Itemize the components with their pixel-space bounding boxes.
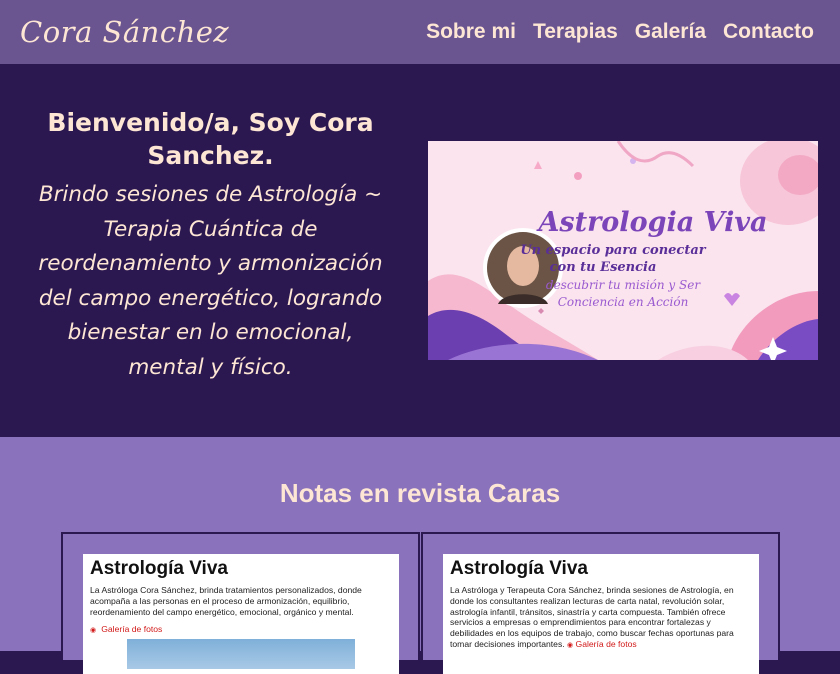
svg-text:Astrologia Viva: Astrologia Viva <box>535 207 767 238</box>
clipping-body: La Astróloga Cora Sánchez, brinda tratam… <box>90 585 362 617</box>
gallery-link[interactable]: Galería de fotos <box>576 639 637 649</box>
clipping-photo <box>127 639 355 669</box>
gallery-link-row[interactable]: ◉ Galería de fotos <box>90 617 392 636</box>
banner-graphic: Astrologia Viva Un espacio para conectar… <box>428 141 818 360</box>
notes-title: Notas en revista Caras <box>279 478 561 508</box>
nav-link-contacto[interactable]: Contacto <box>723 20 814 44</box>
hero-text: Bienvenido/a, Soy Cora Sanchez. Brindo s… <box>38 106 383 385</box>
site-logo[interactable]: Cora Sánchez <box>20 15 229 49</box>
nav-link-galeria[interactable]: Galería <box>635 20 706 44</box>
nav-link-terapias[interactable]: Terapias <box>533 20 618 44</box>
svg-text:con tu Esencia: con tu Esencia <box>550 260 657 275</box>
astrologia-viva-banner: Astrologia Viva Un espacio para conectar… <box>428 141 818 360</box>
note-card: Astrología Viva La Astróloga y Terapeuta… <box>421 532 780 674</box>
clipping-body: La Astróloga y Terapeuta Cora Sánchez, b… <box>450 585 752 652</box>
site-header: Cora Sánchez Sobre mi Terapias Galería C… <box>0 0 840 64</box>
hero-section: Bienvenido/a, Soy Cora Sanchez. Brindo s… <box>0 64 840 437</box>
hero-description: Brindo sesiones de Astrología ~ Terapia … <box>38 182 383 380</box>
main-nav: Sobre mi Terapias Galería Contacto <box>426 20 814 44</box>
note-card: Astrología Viva La Astróloga Cora Sánche… <box>61 532 420 674</box>
svg-text:Conciencia en Acción: Conciencia en Acción <box>558 295 689 309</box>
magazine-clipping[interactable]: Astrología Viva La Astróloga Cora Sánche… <box>83 554 399 674</box>
clipping-title: Astrología Viva <box>450 558 588 579</box>
camera-icon: ◉ <box>567 641 574 649</box>
nav-link-sobre-mi[interactable]: Sobre mi <box>426 20 516 44</box>
gallery-link[interactable]: Galería de fotos <box>101 624 162 634</box>
magazine-clipping[interactable]: Astrología Viva La Astróloga y Terapeuta… <box>443 554 759 674</box>
camera-icon: ◉ <box>90 626 97 635</box>
svg-text:descubrir tu misión y Ser: descubrir tu misión y Ser <box>546 278 701 292</box>
svg-text:Un espacio para conectar: Un espacio para conectar <box>520 243 706 258</box>
notes-section: Notas en revista Caras Astrología Viva L… <box>0 437 840 674</box>
clipping-title: Astrología Viva <box>90 558 228 579</box>
hero-title: Bienvenido/a, Soy Cora Sanchez. <box>47 108 374 170</box>
